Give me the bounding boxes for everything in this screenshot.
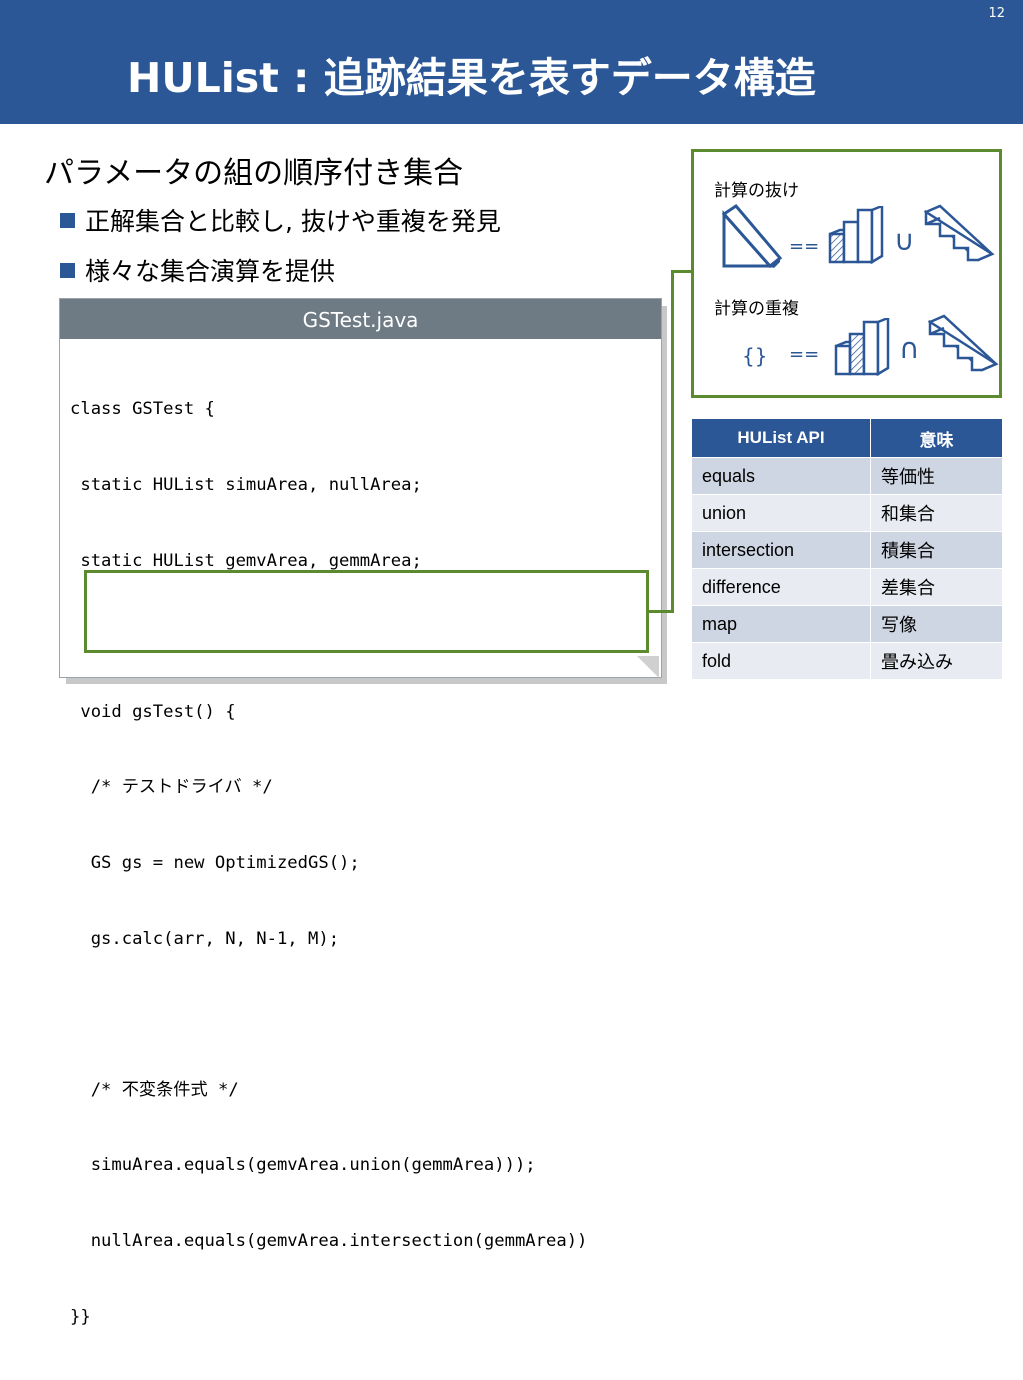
intersection-operator: ∩ (899, 332, 920, 365)
sub-bullet-2: 様々な集合演算を提供 (60, 252, 335, 288)
code-line: /* テストドライバ */ (70, 777, 273, 798)
table-header-row: HUList API 意味 (691, 418, 1003, 458)
meaning-cell: 差集合 (870, 568, 1003, 606)
api-name-cell: map (691, 605, 871, 643)
connector-line (671, 270, 674, 613)
equals-operator: == (789, 344, 820, 365)
connector-line (649, 610, 674, 613)
main-bullet: パラメータの組の順序付き集合 (44, 156, 464, 191)
table-row: map 写像 (691, 605, 1003, 643)
table-row: fold 畳み込み (691, 642, 1003, 680)
set-illustration-box: 計算の抜け == ∪ 計算の重複 {} == ∩ (691, 149, 1002, 398)
code-line: /* 不変条件式 */ (70, 1079, 239, 1100)
invariant-highlight-box (84, 570, 649, 653)
hatched-stairs-icon (828, 206, 884, 265)
connector-line (671, 270, 693, 273)
table-row: difference 差集合 (691, 568, 1003, 606)
code-line: simuArea.equals(gemvArea.union(gemmArea)… (70, 1155, 536, 1176)
code-line: static HUList simuArea, nullArea; (70, 475, 422, 495)
sub-bullet-text: 正解集合と比較し, 抜けや重複を発見 (85, 207, 501, 236)
label-duplicate: 計算の重複 (714, 299, 799, 319)
meaning-cell: 和集合 (870, 494, 1003, 532)
code-line: GS gs = new OptimizedGS(); (70, 852, 360, 873)
sub-bullet-text: 様々な集合演算を提供 (85, 257, 336, 286)
page-fold-corner (637, 656, 659, 678)
meaning-cell: 等価性 (870, 457, 1003, 495)
meaning-cell: 写像 (870, 605, 1003, 643)
square-bullet-icon (60, 212, 75, 228)
column-header-meaning: 意味 (870, 418, 1003, 458)
stairs-icon (923, 204, 995, 262)
square-bullet-icon (60, 262, 75, 278)
table-row: intersection 積集合 (691, 531, 1003, 569)
code-line: void gsTest() { (70, 701, 236, 722)
code-line: gs.calc(arr, N, N-1, M); (70, 928, 340, 949)
table-row: union 和集合 (691, 494, 1003, 532)
sub-bullet-1: 正解集合と比較し, 抜けや重複を発見 (60, 202, 501, 238)
code-filename: GSTest.java (60, 299, 661, 339)
api-name-cell: equals (691, 457, 871, 495)
code-line: }} (70, 1306, 91, 1327)
api-name-cell: union (691, 494, 871, 532)
meaning-cell: 積集合 (870, 531, 1003, 569)
label-missing: 計算の抜け (714, 181, 799, 201)
meaning-cell: 畳み込み (870, 642, 1003, 680)
empty-set: {} (742, 344, 768, 368)
hatched-stairs-icon (834, 318, 890, 377)
slide-number: 12 (988, 6, 1005, 21)
hulist-api-table: HUList API 意味 equals 等価性 union 和集合 inter… (691, 418, 1003, 680)
wedge-icon (721, 204, 783, 269)
slide-title: HUList : 追跡結果を表すデータ構造 (127, 54, 816, 102)
code-line: class GSTest { (70, 399, 215, 420)
code-body: class GSTest { static HUList simuArea, n… (60, 339, 661, 1380)
table-row: equals 等価性 (691, 457, 1003, 495)
title-bar: 12 HUList : 追跡結果を表すデータ構造 (0, 0, 1023, 124)
code-line: nullArea.equals(gemvArea.intersection(ge… (70, 1230, 588, 1251)
api-name-cell: intersection (691, 531, 871, 569)
column-header-api: HUList API (691, 418, 871, 458)
equals-operator: == (789, 236, 820, 257)
union-operator: ∪ (894, 224, 915, 257)
stairs-icon (927, 314, 999, 372)
api-name-cell: difference (691, 568, 871, 606)
api-name-cell: fold (691, 642, 871, 680)
